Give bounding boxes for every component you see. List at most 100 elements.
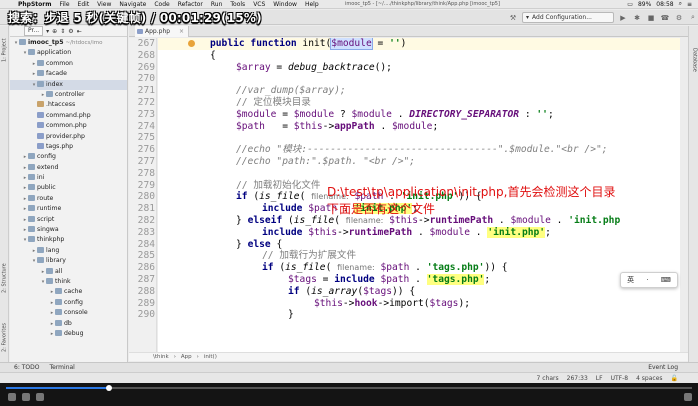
code-line[interactable]: $tags = include $path . 'tags.php'; bbox=[288, 274, 490, 286]
project-side-tab[interactable]: 1: Project bbox=[0, 30, 9, 70]
tree-item[interactable]: ▸ singwa bbox=[10, 225, 127, 235]
tree-item[interactable]: ▸ config bbox=[10, 298, 127, 308]
play-icon[interactable] bbox=[8, 393, 16, 401]
tree-item[interactable]: ▾ think bbox=[10, 277, 127, 287]
code-line[interactable]: // 加载行为扩展文件 bbox=[262, 250, 356, 262]
code-line[interactable]: //echo "模块:-----------------------------… bbox=[236, 144, 608, 156]
tree-item[interactable]: ▸ public bbox=[10, 183, 127, 193]
tree-item[interactable]: ▸ script bbox=[10, 215, 127, 225]
tree-item[interactable]: ▸ cache bbox=[10, 287, 127, 297]
tree-item[interactable]: ▸ ini bbox=[10, 173, 127, 183]
menu-app[interactable]: PhpStorm bbox=[14, 1, 56, 8]
code-line[interactable]: $this->hook->import($tags); bbox=[314, 298, 470, 310]
tree-item[interactable]: command.php bbox=[10, 111, 127, 121]
tree-item[interactable]: ▸ config bbox=[10, 152, 127, 162]
status-indent[interactable]: 4 spaces bbox=[636, 375, 662, 382]
tree-item[interactable]: ▾ index bbox=[10, 79, 127, 90]
tree-item[interactable]: ▾ library bbox=[10, 256, 127, 266]
code-line[interactable]: //echo "path:".$path. "<br />"; bbox=[236, 156, 415, 168]
settings-icon[interactable]: ⚙ bbox=[674, 13, 684, 23]
menu-file[interactable]: File bbox=[56, 1, 74, 8]
menu-help[interactable]: Help bbox=[301, 1, 323, 8]
tree-item[interactable]: ▾ application bbox=[10, 48, 127, 58]
status-encoding[interactable]: UTF-8 bbox=[611, 375, 629, 382]
chevron-down-icon[interactable]: ▾ bbox=[46, 28, 49, 35]
close-icon[interactable]: × bbox=[179, 26, 184, 37]
code-line[interactable]: // 定位模块目录 bbox=[236, 97, 311, 109]
code-line[interactable]: $array = debug_backtrace(); bbox=[236, 62, 392, 74]
run-configuration-select[interactable]: ▾ Add Configuration... bbox=[522, 12, 614, 23]
stop-icon[interactable]: ■ bbox=[646, 13, 656, 23]
hammer-icon[interactable]: ⚒ bbox=[508, 13, 518, 23]
lock-icon[interactable]: 🔓 bbox=[671, 375, 678, 382]
locate-icon[interactable]: ⊕ bbox=[52, 28, 57, 35]
search-everywhere-icon[interactable]: ⌕ bbox=[688, 13, 698, 23]
menu-window[interactable]: Window bbox=[269, 1, 301, 8]
volume-icon[interactable] bbox=[36, 393, 44, 401]
code-line[interactable]: { bbox=[210, 50, 216, 62]
tree-item[interactable]: ▾ thinkphp bbox=[10, 235, 127, 245]
code-line[interactable]: public function init($module = '') bbox=[210, 38, 406, 50]
favorites-side-tab[interactable]: 2: Favorites bbox=[0, 316, 9, 358]
video-progress-track[interactable] bbox=[6, 385, 692, 391]
bulb-icon[interactable] bbox=[188, 40, 195, 47]
tree-item[interactable]: provider.php bbox=[10, 132, 127, 142]
gear-icon[interactable]: ⚙ bbox=[68, 28, 73, 35]
event-log-button[interactable]: Event Log bbox=[648, 364, 678, 371]
status-line-separator[interactable]: LF bbox=[596, 375, 603, 382]
video-progress-knob[interactable] bbox=[105, 385, 112, 391]
tree-item[interactable]: common.php bbox=[10, 121, 127, 131]
code-line[interactable]: $module = $module ? $module . DIRECTORY_… bbox=[236, 109, 554, 121]
code-line[interactable]: // 加载初始化文件 bbox=[236, 180, 320, 192]
menu-refactor[interactable]: Refactor bbox=[174, 1, 207, 8]
menu-code[interactable]: Code bbox=[150, 1, 173, 8]
collapse-icon[interactable]: ⇕ bbox=[60, 28, 65, 35]
menu-run[interactable]: Run bbox=[207, 1, 227, 8]
tree-item[interactable]: ▸ facade bbox=[10, 69, 127, 79]
keyboard-icon[interactable]: ⌨ bbox=[661, 276, 671, 284]
fullscreen-icon[interactable] bbox=[684, 393, 692, 401]
code-line[interactable]: } else { bbox=[236, 239, 282, 251]
menu-list-icon[interactable]: ≡ bbox=[687, 1, 692, 8]
terminal-tool-button[interactable]: Terminal bbox=[49, 364, 74, 371]
ime-lang[interactable]: 英 bbox=[627, 275, 634, 285]
breadcrumb-class[interactable]: App bbox=[181, 354, 192, 360]
tree-item[interactable]: ▸ runtime bbox=[10, 204, 127, 214]
code-line[interactable]: if (is_array($tags)) { bbox=[288, 286, 415, 298]
tree-item[interactable]: ▸ controller bbox=[10, 90, 127, 100]
phone-icon[interactable]: ☎ bbox=[660, 13, 670, 23]
tree-item[interactable]: ▸ common bbox=[10, 59, 127, 69]
structure-side-tab[interactable]: 2: Structure bbox=[0, 254, 9, 302]
code-line[interactable]: $path = $this->appPath . $module; bbox=[236, 121, 438, 133]
code-line[interactable]: //var_dump($array); bbox=[236, 85, 346, 97]
tree-item[interactable]: ▸ route bbox=[10, 194, 127, 204]
menu-vcs[interactable]: VCS bbox=[249, 1, 269, 8]
hide-icon[interactable]: ⇤ bbox=[77, 28, 82, 35]
breadcrumb-namespace[interactable]: \think bbox=[153, 354, 169, 360]
search-icon[interactable]: ⌕ bbox=[679, 0, 682, 8]
breadcrumb-method[interactable]: init() bbox=[204, 354, 217, 360]
tree-item[interactable]: ▸ console bbox=[10, 308, 127, 318]
menu-tools[interactable]: Tools bbox=[226, 1, 249, 8]
project-view-selector[interactable]: Pr... bbox=[24, 26, 44, 36]
tree-item[interactable]: .htaccess bbox=[10, 100, 127, 110]
menu-edit[interactable]: Edit bbox=[74, 1, 94, 8]
status-position[interactable]: 267:33 bbox=[567, 375, 588, 382]
menu-navigate[interactable]: Navigate bbox=[115, 1, 150, 8]
code-line[interactable]: include $this->runtimePath . $module . '… bbox=[262, 226, 551, 239]
tree-item[interactable]: ▸ debug bbox=[10, 329, 127, 339]
tree-item[interactable]: ▸ lang bbox=[10, 246, 127, 256]
battery-icon[interactable]: ▭ bbox=[627, 1, 633, 8]
debug-icon[interactable]: ✱ bbox=[632, 13, 642, 23]
todo-tool-button[interactable]: 6: TODO bbox=[14, 364, 39, 371]
next-icon[interactable] bbox=[22, 393, 30, 401]
run-icon[interactable]: ▶ bbox=[618, 13, 628, 23]
input-method-popup[interactable]: 英 · ⌨ bbox=[620, 272, 678, 288]
code-line[interactable]: } bbox=[288, 309, 294, 321]
tab-app-php[interactable]: App.php × bbox=[135, 26, 190, 37]
menu-view[interactable]: View bbox=[93, 1, 115, 8]
tree-item[interactable]: ▸ all bbox=[10, 267, 127, 277]
tree-item[interactable]: ▸ extend bbox=[10, 163, 127, 173]
tree-root[interactable]: ▾ imooc_tp5 ~/htdocs/imo bbox=[10, 38, 127, 48]
tree-item[interactable]: ▸ db bbox=[10, 319, 127, 329]
